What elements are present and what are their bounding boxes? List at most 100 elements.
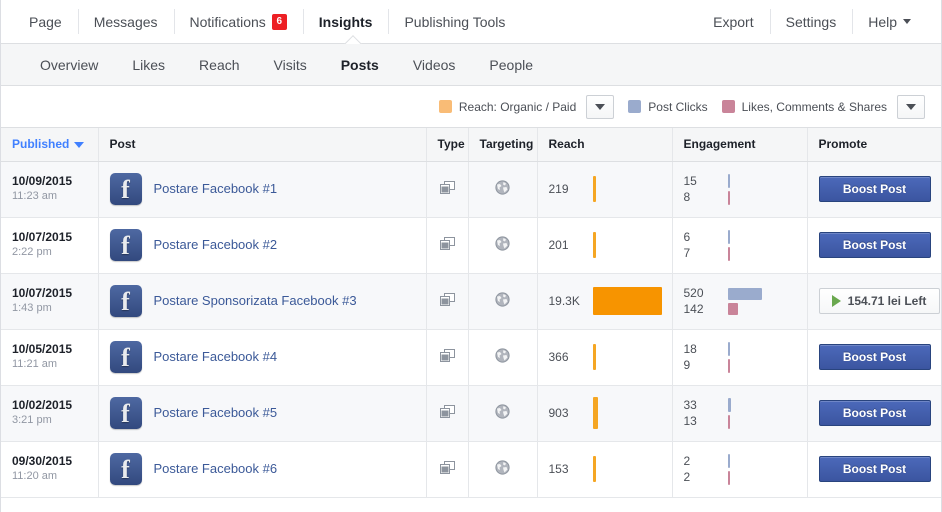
post-title-link[interactable]: Postare Facebook #1 xyxy=(154,181,278,197)
reach-value: 201 xyxy=(548,238,569,252)
likes-comments-shares-value: 2 xyxy=(683,470,691,484)
globe-icon xyxy=(495,404,510,422)
table-row[interactable]: 10/07/2015 1:43 pm f Postare Sponsorizata F… xyxy=(1,273,941,330)
cell-reach[interactable]: 219 xyxy=(537,161,673,218)
photo-post-icon xyxy=(439,405,455,418)
post-title-link[interactable]: Postare Sponsorizata Facebook #3 xyxy=(154,293,357,309)
post-clicks-color-swatch xyxy=(628,100,642,113)
engagement-bar-group xyxy=(727,283,807,319)
remaining-budget-button[interactable]: 154.71 lei Left xyxy=(818,288,940,314)
post-title-link[interactable]: Postare Facebook #2 xyxy=(154,237,278,253)
cell-promote: Boost Post xyxy=(807,385,941,442)
boost-post-button[interactable]: Boost Post xyxy=(818,232,931,258)
reach-value: 219 xyxy=(548,182,569,196)
globe-icon xyxy=(495,180,510,198)
cell-reach[interactable]: 366 xyxy=(537,329,673,386)
sub-nav-item-overview[interactable]: Overview xyxy=(23,57,115,73)
column-header-engagement[interactable]: Engagement xyxy=(672,128,808,162)
column-header-post[interactable]: Post xyxy=(98,128,427,162)
post-title-link[interactable]: Postare Facebook #5 xyxy=(154,405,278,421)
cell-engagement[interactable]: 67 xyxy=(672,217,808,274)
post-title-link[interactable]: Postare Facebook #6 xyxy=(154,461,278,477)
cell-engagement[interactable]: 520 142 xyxy=(672,273,808,330)
reach-organic-bar xyxy=(592,232,596,258)
published-posts-table: Published Post Type Targeting Reach Enga… xyxy=(1,128,941,498)
cell-engagement[interactable]: 18 9 xyxy=(672,329,808,386)
globe-icon xyxy=(495,292,510,310)
notifications-count-badge: 6 xyxy=(271,13,287,30)
table-row[interactable]: 10/09/2015 11:23 am f Postare Facebook #1 21… xyxy=(1,161,941,218)
boost-post-button[interactable]: Boost Post xyxy=(818,176,931,202)
sub-nav-item-likes[interactable]: Likes xyxy=(115,57,182,73)
top-nav-item-page[interactable]: Page xyxy=(13,0,78,43)
photo-post-icon xyxy=(439,349,455,362)
cell-type xyxy=(426,161,469,218)
legend-label-reach: Reach: Organic / Paid xyxy=(458,99,577,114)
sub-nav-item-visits[interactable]: Visits xyxy=(257,57,324,73)
likes-comments-shares-value: 8 xyxy=(683,190,691,204)
likes-comments-shares-bar xyxy=(727,246,730,261)
engagement-values: 33 13 xyxy=(684,397,728,429)
post-clicks-value: 2 xyxy=(683,454,691,468)
reach-metric-dropdown[interactable] xyxy=(586,94,615,119)
top-nav-right-group: Export Settings Help xyxy=(697,0,927,43)
sub-nav-item-reach[interactable]: Reach xyxy=(182,57,256,73)
table-row[interactable]: 10/02/2015 3:21 pm f Postare Facebook #5 903… xyxy=(1,385,941,442)
cell-engagement[interactable]: 33 13 xyxy=(672,385,808,442)
cell-reach[interactable]: 903 xyxy=(537,385,673,442)
cell-post: f Postare Facebook #6 xyxy=(98,441,427,498)
likes-comments-shares-value: 7 xyxy=(683,246,691,260)
engagement-values: 22 xyxy=(684,453,728,485)
cell-reach[interactable]: 201 xyxy=(537,217,673,274)
boost-post-button[interactable]: Boost Post xyxy=(818,400,931,426)
top-nav-item-label: Notifications xyxy=(189,13,266,30)
top-nav-item-messages[interactable]: Messages xyxy=(77,0,174,43)
column-header-reach[interactable]: Reach xyxy=(537,128,673,162)
sort-descending-icon xyxy=(74,142,85,149)
likes-comments-shares-color-swatch xyxy=(721,100,735,113)
cell-post: f Postare Sponsorizata Facebook #3 xyxy=(98,273,427,330)
reach-organic-bar xyxy=(592,456,596,482)
boost-post-button[interactable]: Boost Post xyxy=(818,344,931,370)
column-header-published[interactable]: Published xyxy=(1,128,99,162)
sub-nav-item-videos[interactable]: Videos xyxy=(396,57,473,73)
cell-published: 09/30/2015 11:20 am xyxy=(1,441,99,498)
photo-post-icon xyxy=(439,237,455,253)
engagement-metric-dropdown[interactable] xyxy=(897,94,925,119)
sub-nav-item-posts[interactable]: Posts xyxy=(324,57,396,73)
top-nav-item-help[interactable]: Help xyxy=(852,0,927,43)
engagement-bar-group xyxy=(727,451,807,487)
top-nav-item-notifications[interactable]: Notifications 6 xyxy=(173,0,303,43)
cell-reach[interactable]: 19.3K xyxy=(537,273,673,330)
likes-comments-shares-bar xyxy=(727,470,730,485)
top-nav-item-export[interactable]: Export xyxy=(697,0,769,43)
top-nav-item-label: Settings xyxy=(785,13,837,30)
top-nav-item-settings[interactable]: Settings xyxy=(769,0,853,43)
top-nav-item-publishing-tools[interactable]: Publishing Tools xyxy=(388,0,521,43)
facebook-f-glyph: f xyxy=(121,287,130,316)
table-header-row: Published Post Type Targeting Reach Enga… xyxy=(1,128,941,162)
cell-targeting xyxy=(468,329,538,386)
table-row[interactable]: 10/07/2015 2:22 pm f Postare Facebook #2 201… xyxy=(1,217,941,274)
facebook-f-glyph: f xyxy=(121,175,130,204)
table-row[interactable]: 10/05/2015 11:21 am f Postare Facebook #4 36… xyxy=(1,329,941,386)
sub-nav-item-people[interactable]: People xyxy=(472,57,550,73)
column-header-targeting[interactable]: Targeting xyxy=(468,128,538,162)
table-row[interactable]: 09/30/2015 11:20 am f Postare Facebook #6 15… xyxy=(1,441,941,498)
likes-comments-shares-value: 9 xyxy=(683,358,691,372)
cell-reach[interactable]: 153 xyxy=(537,441,673,498)
reach-organic-bar xyxy=(592,176,596,202)
boost-post-button[interactable]: Boost Post xyxy=(818,456,931,482)
cell-engagement[interactable]: 22 xyxy=(672,441,808,498)
cell-engagement[interactable]: 15 8 xyxy=(672,161,808,218)
reach-bar-group xyxy=(592,451,672,487)
engagement-bar-group xyxy=(727,171,807,207)
post-clicks-bar xyxy=(727,453,730,468)
engagement-bar-group xyxy=(727,395,807,431)
column-header-type[interactable]: Type xyxy=(426,128,469,162)
chart-legend-bar: Reach: Organic / Paid Post Clicks Likes,… xyxy=(1,86,941,128)
post-title-link[interactable]: Postare Facebook #4 xyxy=(154,349,278,365)
cell-published: 10/09/2015 11:23 am xyxy=(1,161,99,218)
reach-organic-bar xyxy=(592,344,596,370)
column-header-promote[interactable]: Promote xyxy=(807,128,941,162)
